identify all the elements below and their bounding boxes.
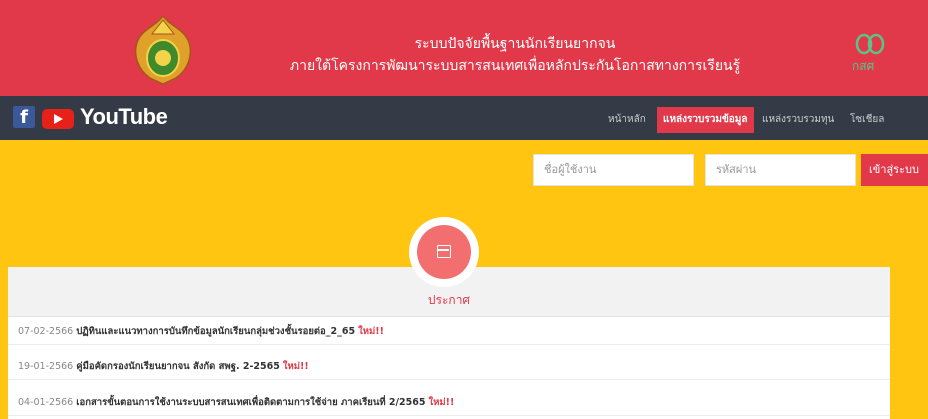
new-badge: ใหม่!! (282, 361, 309, 372)
announcement-card: ประกาศ 07-02-2566 ปฏิทินและแนวทางการบันท… (8, 267, 890, 419)
nav-data-sources[interactable]: แหล่งรวบรวมข้อมูล (657, 107, 754, 133)
nav-funding[interactable]: แหล่งรวบรวมทุน (762, 110, 834, 130)
username-input[interactable]: ชื่อผู้ใช้งาน (533, 154, 694, 186)
eef-logo-text: กสศ (852, 59, 875, 73)
password-input[interactable]: รหัสผ่าน (705, 154, 856, 186)
facebook-icon[interactable]: f (13, 106, 35, 128)
announcement-item[interactable]: 07-02-2566 ปฏิทินและแนวทางการบันทึกข้อมู… (8, 318, 890, 345)
nav-social[interactable]: โซเชียล (850, 110, 884, 130)
announcement-item[interactable]: 04-01-2566 เอกสารขั้นตอนการใช้งานระบบสาร… (8, 389, 890, 416)
site-subtitle: ภายใต้โครงการพัฒนาระบบสารสนเทศเพื่อหลักป… (289, 58, 741, 74)
eef-logo: กสศ (852, 33, 885, 73)
announcement-item[interactable]: 19-01-2566 คู่มือคัดกรองนักเรียนยากจน สั… (8, 353, 890, 380)
youtube-icon[interactable] (42, 109, 74, 129)
nav-home[interactable]: หน้าหลัก (608, 110, 646, 130)
announcement-icon-badge (409, 217, 479, 287)
new-badge: ใหม่!! (428, 397, 455, 408)
youtube-link[interactable]: YouTube (80, 104, 168, 130)
new-badge: ใหม่!! (358, 326, 384, 337)
calendar-icon (437, 245, 451, 258)
site-title: ระบบปัจจัยพื้นฐานนักเรียนยากจน (414, 36, 616, 52)
login-button[interactable]: เข้าสู่ระบบ (861, 154, 928, 186)
announcement-title: ประกาศ (427, 293, 471, 307)
ministry-seal-logo (134, 14, 192, 85)
